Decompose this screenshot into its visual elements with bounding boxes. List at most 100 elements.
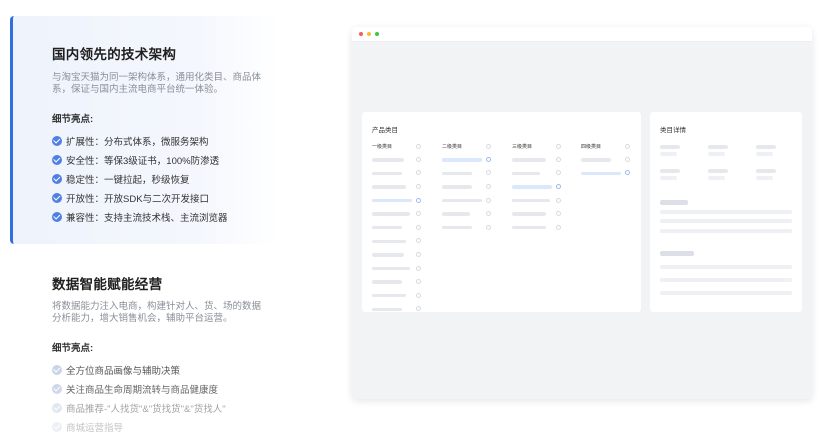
feature-subtitle: 细节亮点: xyxy=(52,114,94,125)
radio-icon[interactable] xyxy=(416,211,421,217)
radio-icon[interactable] xyxy=(486,143,491,149)
check-circle-icon xyxy=(52,173,62,184)
category-row[interactable] xyxy=(442,182,504,196)
skeleton-bar xyxy=(442,198,482,203)
radio-icon[interactable] xyxy=(486,224,491,230)
check-circle-icon xyxy=(52,402,62,413)
feature-point: 稳定性：一键拉起，秒级恢复 xyxy=(52,169,267,188)
browser-mockup: 产品类目 一级类目 二级类目 三级类目 四级类目 类目详情 xyxy=(352,27,812,399)
feature-point: 扩展性：分布式体系，微服务架构 xyxy=(52,131,267,150)
radio-icon[interactable] xyxy=(556,143,561,149)
radio-icon[interactable] xyxy=(416,197,421,203)
skeleton-block xyxy=(708,176,725,180)
radio-icon[interactable] xyxy=(416,170,421,176)
category-column: 二级类目 xyxy=(442,142,504,237)
category-row[interactable] xyxy=(442,196,504,210)
category-row[interactable] xyxy=(372,305,434,319)
category-row[interactable] xyxy=(512,209,574,223)
category-row[interactable] xyxy=(372,250,434,264)
radio-icon[interactable] xyxy=(625,156,630,162)
feature-point: 安全性：等保3级证书，100%防渗透 xyxy=(52,150,267,169)
feature-title: 数据智能赋能经营 xyxy=(52,277,163,292)
skeleton-block xyxy=(708,145,728,149)
radio-icon[interactable] xyxy=(625,170,630,176)
category-row[interactable] xyxy=(372,277,434,291)
radio-icon[interactable] xyxy=(416,265,421,271)
category-row[interactable] xyxy=(442,209,504,223)
skeleton-block xyxy=(708,152,725,156)
skeleton-bar xyxy=(442,158,482,162)
category-row[interactable] xyxy=(512,169,574,183)
skeleton-block xyxy=(708,169,728,173)
category-row[interactable] xyxy=(512,223,574,237)
skeleton-heading xyxy=(660,251,694,256)
radio-icon[interactable] xyxy=(416,251,421,257)
skeleton-line xyxy=(660,291,792,295)
radio-icon[interactable] xyxy=(416,292,421,298)
radio-icon[interactable] xyxy=(416,279,421,285)
skeleton-bar xyxy=(512,198,550,203)
radio-icon[interactable] xyxy=(486,170,491,176)
window-minimize-dot-icon xyxy=(367,32,371,36)
feature-tech-architecture[interactable]: 国内领先的技术架构 与淘宝天猫为同一架构体系，通用化类目、商品体系，保证与国内主… xyxy=(52,43,267,226)
category-row[interactable] xyxy=(372,209,434,223)
skeleton-bar xyxy=(372,158,404,162)
skeleton-bar xyxy=(581,158,611,162)
category-row[interactable] xyxy=(581,155,643,169)
category-row[interactable] xyxy=(372,291,434,305)
radio-icon[interactable] xyxy=(556,156,561,162)
skeleton-heading xyxy=(660,200,688,205)
feature-point-list: 扩展性：分布式体系，微服务架构 安全性：等保3级证书，100%防渗透 稳定性：一… xyxy=(52,131,267,226)
category-row[interactable] xyxy=(372,237,434,251)
radio-icon[interactable] xyxy=(556,183,561,189)
radio-icon[interactable] xyxy=(416,156,421,162)
category-row[interactable] xyxy=(372,223,434,237)
category-column-label: 四级类目 xyxy=(581,143,602,150)
category-column-label: 一级类目 xyxy=(372,143,393,150)
check-circle-icon xyxy=(52,364,62,375)
category-row[interactable] xyxy=(372,264,434,278)
skeleton-bar xyxy=(512,171,540,176)
category-row[interactable] xyxy=(372,196,434,210)
radio-icon[interactable] xyxy=(416,306,421,312)
category-row[interactable] xyxy=(512,182,574,196)
category-row[interactable] xyxy=(581,169,643,183)
feature-point: 商品推荐-"人找货"&"货找货"&"货找人" xyxy=(52,398,267,417)
panel-title: 产品类目 xyxy=(372,127,398,134)
category-row[interactable] xyxy=(512,196,574,210)
skeleton-bar xyxy=(442,212,470,216)
category-row[interactable] xyxy=(442,223,504,237)
radio-icon[interactable] xyxy=(486,197,491,203)
radio-icon[interactable] xyxy=(416,143,421,149)
category-row[interactable] xyxy=(372,155,434,169)
category-row[interactable] xyxy=(442,155,504,169)
feature-title: 国内领先的技术架构 xyxy=(52,47,177,62)
radio-icon[interactable] xyxy=(556,170,561,176)
feature-point: 全方位商品画像与辅助决策 xyxy=(52,360,267,379)
category-row[interactable] xyxy=(372,169,434,183)
feature-data-intelligence[interactable]: 数据智能赋能经营 将数据能力注入电商，构建针对人、货、场的数据分析能力，增大销售… xyxy=(52,273,267,436)
radio-icon[interactable] xyxy=(625,143,630,149)
skeleton-bar xyxy=(372,239,406,244)
category-row[interactable] xyxy=(442,169,504,183)
radio-icon[interactable] xyxy=(416,183,421,189)
skeleton-bar xyxy=(372,293,406,298)
window-close-dot-icon xyxy=(359,32,363,36)
radio-icon[interactable] xyxy=(556,197,561,203)
radio-icon[interactable] xyxy=(556,224,561,230)
check-circle-icon xyxy=(52,192,62,203)
browser-title-bar xyxy=(352,27,812,42)
category-row[interactable] xyxy=(372,182,434,196)
category-row[interactable] xyxy=(512,155,574,169)
skeleton-block xyxy=(756,169,776,173)
skeleton-block xyxy=(756,152,773,156)
category-column-header: 四级类目 xyxy=(581,142,643,150)
radio-icon[interactable] xyxy=(556,211,561,217)
radio-icon[interactable] xyxy=(486,183,491,189)
category-column-label: 二级类目 xyxy=(442,143,463,150)
radio-icon[interactable] xyxy=(486,211,491,217)
radio-icon[interactable] xyxy=(416,238,421,244)
radio-icon[interactable] xyxy=(486,156,491,162)
radio-icon[interactable] xyxy=(416,224,421,230)
skeleton-line xyxy=(660,219,792,223)
